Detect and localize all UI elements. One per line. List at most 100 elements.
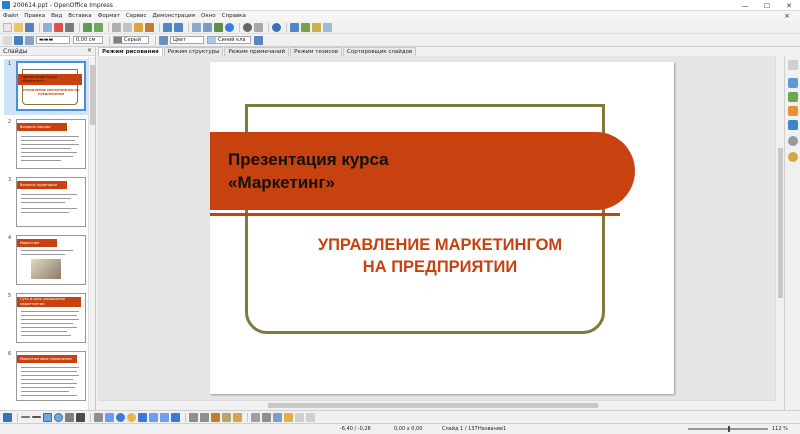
menu-tools[interactable]: Сервис [126, 13, 147, 19]
canvas-horizontal-scrollbar[interactable] [98, 400, 775, 409]
edit-file-icon[interactable] [43, 22, 52, 32]
paste-icon[interactable] [134, 22, 143, 32]
points-icon[interactable] [189, 412, 198, 422]
line-width-input[interactable]: 0,00 см [73, 36, 103, 44]
line-icon[interactable] [14, 35, 23, 45]
new-slide-icon[interactable] [301, 22, 310, 32]
hyperlink-globe-icon[interactable] [225, 22, 234, 32]
arrange-icon[interactable] [273, 412, 282, 422]
save-icon[interactable] [25, 22, 34, 32]
close-button[interactable]: ✕ [778, 0, 800, 11]
arrow-line-icon[interactable] [32, 416, 41, 418]
slide-thumbnail[interactable]: 3 Вопросы аудитории [4, 177, 88, 231]
curve-icon[interactable] [65, 412, 74, 422]
area-icon[interactable] [159, 35, 168, 45]
glue-points-icon[interactable] [200, 412, 209, 422]
ellipse-icon[interactable] [54, 412, 63, 422]
maximize-button[interactable]: ☐ [756, 0, 778, 11]
slide-design-icon[interactable] [312, 22, 321, 32]
area-color-select[interactable]: Синий кла [207, 36, 251, 44]
transition-icon[interactable] [788, 120, 798, 130]
styles-icon[interactable] [3, 35, 12, 45]
menu-file[interactable]: Файл [3, 13, 18, 19]
select-arrow-icon[interactable] [3, 412, 12, 422]
cut-icon[interactable] [112, 22, 121, 32]
navigator-icon[interactable] [788, 136, 798, 146]
menu-format[interactable]: Формат [98, 13, 120, 19]
line-tool-icon[interactable] [21, 416, 30, 418]
export-pdf-icon[interactable] [54, 22, 63, 32]
slide-subtitle[interactable]: УПРАВЛЕНИЕ МАРКЕТИНГОМ НА ПРЕДПРИЯТИИ [250, 234, 630, 278]
minimize-button[interactable]: — [734, 0, 756, 11]
autospell-icon[interactable] [94, 22, 103, 32]
redo-icon[interactable] [174, 22, 183, 32]
sidebar-menu-icon[interactable] [788, 60, 798, 70]
zoom-slider[interactable] [688, 426, 768, 432]
slides-pane-close-icon[interactable]: × [87, 47, 92, 54]
zoom-slider-knob[interactable] [728, 426, 730, 432]
tab-handout-view[interactable]: Режим тезисов [290, 47, 342, 56]
spellcheck-icon[interactable] [83, 22, 92, 32]
shadow-icon[interactable] [254, 35, 263, 45]
flowchart-icon[interactable] [149, 412, 158, 422]
menu-edit[interactable]: Правка [24, 13, 45, 19]
slide-thumbnail[interactable]: 5 Суть и цель управления маркетингом [4, 293, 88, 347]
menu-slideshow[interactable]: Демонстрация [153, 13, 196, 19]
callouts-icon[interactable] [160, 412, 169, 422]
canvas-vertical-scrollbar[interactable] [775, 56, 784, 400]
scrollbar-thumb[interactable] [268, 403, 598, 408]
tab-notes-view[interactable]: Режим примечаний [224, 47, 290, 56]
block-arrows-icon[interactable] [138, 412, 147, 422]
tab-drawing-view[interactable]: Режим рисования [98, 47, 163, 56]
scrollbar-thumb[interactable] [778, 148, 783, 298]
fontwork-icon[interactable] [211, 412, 220, 422]
extrusion-icon[interactable] [284, 412, 293, 422]
basic-shapes-icon[interactable] [116, 412, 125, 422]
close-document-icon[interactable]: × [784, 12, 790, 20]
rectangle-icon[interactable] [43, 412, 52, 422]
navigator-icon[interactable] [243, 22, 252, 32]
copy-icon[interactable] [123, 22, 132, 32]
slide-layout-icon[interactable] [323, 22, 332, 32]
print-icon[interactable] [65, 22, 74, 32]
properties-icon[interactable] [788, 78, 798, 88]
chart-icon[interactable] [192, 22, 201, 32]
menu-insert[interactable]: Вставка [68, 13, 91, 19]
tab-outline-view[interactable]: Режим структуры [163, 47, 224, 56]
connector-icon[interactable] [94, 412, 103, 422]
image-icon[interactable] [214, 22, 223, 32]
slide-thumbnail[interactable]: 2 Вопросы лекции [4, 119, 88, 173]
current-slide[interactable]: Презентация курса «Маркетинг» УПРАВЛЕНИЕ… [210, 62, 674, 394]
line-color-select[interactable]: Серый [113, 36, 149, 44]
help-icon[interactable] [272, 22, 281, 32]
stars-icon[interactable] [171, 412, 180, 422]
slide-thumbnail[interactable]: 6 Маркетинговое управление [4, 351, 88, 405]
table-icon[interactable] [203, 22, 212, 32]
menu-help[interactable]: Справка [222, 13, 246, 19]
rotate-icon[interactable] [251, 412, 260, 422]
lines-arrows-icon[interactable] [105, 412, 114, 422]
slideshow-icon[interactable] [290, 22, 299, 32]
menu-window[interactable]: Окно [201, 13, 216, 19]
open-folder-icon[interactable] [14, 22, 23, 32]
shadow-tool-icon[interactable] [295, 412, 304, 422]
from-file-icon[interactable] [222, 412, 231, 422]
clone-format-icon[interactable] [145, 22, 154, 32]
slide-thumbnail[interactable]: 4 Маркетинг [4, 235, 88, 289]
slide-thumbnail[interactable]: 1 Презентация курса «Маркетинг» УПРАВЛЕН… [4, 59, 90, 117]
undo-icon[interactable] [163, 22, 172, 32]
symbol-shapes-icon[interactable] [127, 412, 136, 422]
zoom-level[interactable]: 112 % [772, 426, 788, 432]
gallery-tool-icon[interactable] [233, 412, 242, 422]
slide-title[interactable]: Презентация курса «Маркетинг» [228, 148, 608, 194]
area-style-select[interactable]: Цвет [170, 36, 204, 44]
tab-slide-sorter[interactable]: Сортировщик слайдов [342, 47, 417, 56]
master-slides-icon[interactable] [788, 92, 798, 102]
scrollbar-thumb[interactable] [90, 65, 95, 125]
align-icon[interactable] [262, 412, 271, 422]
slides-pane-scrollbar[interactable] [88, 57, 95, 410]
menu-view[interactable]: Вид [51, 13, 62, 19]
animation-icon[interactable] [788, 106, 798, 116]
toggle-extrusion-icon[interactable] [306, 412, 315, 422]
zoom-icon[interactable] [254, 22, 263, 32]
